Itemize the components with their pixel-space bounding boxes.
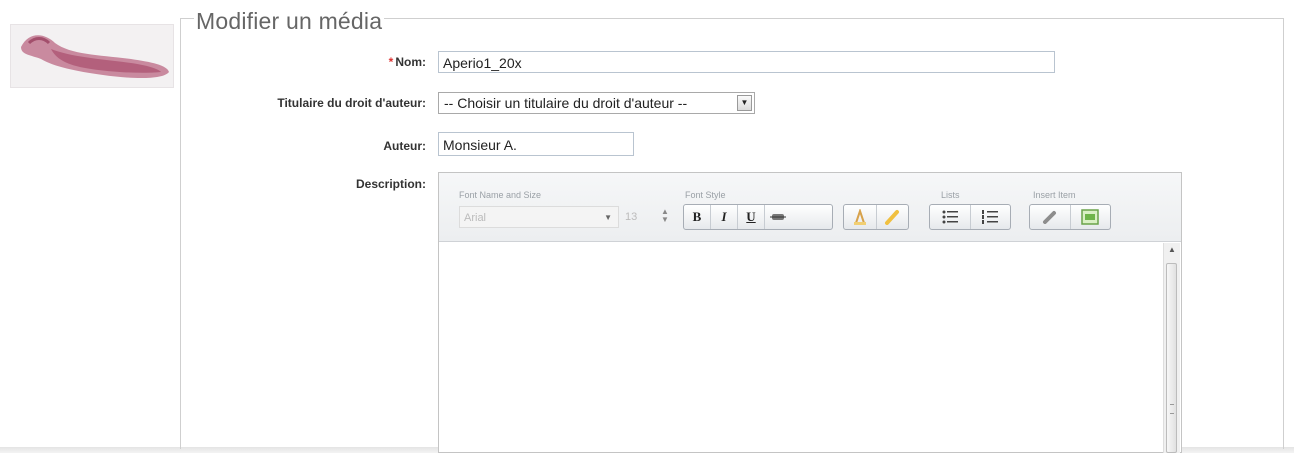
bullet-list-icon <box>942 210 958 224</box>
strikethrough-button[interactable] <box>765 205 791 229</box>
description-textarea[interactable] <box>440 243 1163 452</box>
text-color-icon <box>853 209 866 225</box>
editor-scrollbar[interactable]: ▲ <box>1163 243 1180 453</box>
font-dropdown-icon: ▼ <box>604 213 612 222</box>
scroll-thumb[interactable] <box>1166 263 1177 453</box>
insert-button-group <box>1029 204 1111 230</box>
description-label: Description: <box>355 177 426 191</box>
slide-thumbnail-image <box>21 35 169 79</box>
select-arrow-icon[interactable]: ▼ <box>737 95 752 111</box>
nom-input[interactable]: Aperio1_20x <box>438 51 1055 73</box>
highlight-icon <box>885 210 900 225</box>
insert-group-title: Insert Item <box>1033 190 1076 200</box>
numbered-list-icon <box>982 210 999 224</box>
numbered-list-button[interactable] <box>971 205 1011 229</box>
nom-label-text: Nom: <box>395 55 426 69</box>
image-icon <box>1081 209 1099 225</box>
font-size-value: 13 <box>625 211 638 223</box>
underline-button[interactable]: U <box>738 205 765 229</box>
titulaire-select[interactable]: -- Choisir un titulaire du droit d'auteu… <box>438 92 755 114</box>
auteur-input[interactable]: Monsieur A. <box>438 132 634 156</box>
nom-label: * Nom: <box>330 55 426 69</box>
auteur-label: Auteur: <box>383 139 426 153</box>
italic-button[interactable]: I <box>711 205 738 229</box>
form-legend: Modifier un média <box>194 8 385 35</box>
style-group-title: Font Style <box>685 190 726 200</box>
bullet-list-button[interactable] <box>930 205 971 229</box>
text-color-button[interactable] <box>844 205 877 229</box>
insert-link-button[interactable] <box>1030 205 1071 229</box>
scroll-grip <box>1170 404 1174 414</box>
titulaire-selected: -- Choisir un titulaire du droit d'auteu… <box>444 95 688 111</box>
scroll-up-icon[interactable]: ▲ <box>1164 245 1180 259</box>
strikethrough-icon <box>770 214 786 220</box>
style-button-group: B I U <box>683 204 833 230</box>
font-name-value: Arial <box>464 212 487 224</box>
titulaire-label: Titulaire du droit d'auteur: <box>277 96 426 110</box>
required-mark: * <box>388 55 394 69</box>
slide-thumbnail[interactable] <box>10 24 174 88</box>
color-button-group <box>843 204 909 230</box>
insert-image-button[interactable] <box>1071 205 1111 229</box>
lists-group-title: Lists <box>941 190 960 200</box>
description-editor: Font Name and Size Arial ▼ 13 ▲ ▼ Font St… <box>438 172 1182 453</box>
list-button-group <box>929 204 1011 230</box>
font-name-select[interactable]: Arial ▼ <box>459 206 619 228</box>
link-icon <box>1042 211 1056 224</box>
font-size-input[interactable]: 13 ▲ ▼ <box>625 206 671 228</box>
editor-toolbar: Font Name and Size Arial ▼ 13 ▲ ▼ Font St… <box>439 173 1181 242</box>
bold-button[interactable]: B <box>684 205 711 229</box>
size-spinner-icon[interactable]: ▲ ▼ <box>661 208 669 224</box>
highlight-button[interactable] <box>877 205 909 229</box>
font-group-title: Font Name and Size <box>459 190 542 200</box>
